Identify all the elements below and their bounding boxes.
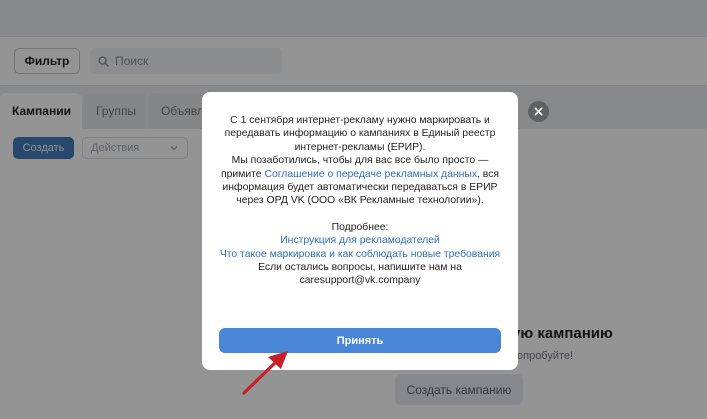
dialog-intro-text: С 1 сентября интернет-рекламу нужно марк…: [224, 115, 496, 153]
agreement-link[interactable]: Соглашение о передаче рекламных данных: [264, 169, 477, 180]
close-button[interactable]: [528, 101, 549, 122]
dialog-agreement-text: Мы позаботились, чтобы для вас все было …: [212, 154, 508, 208]
marking-dialog: С 1 сентября интернет-рекламу нужно марк…: [202, 92, 518, 370]
arrow-annotation-icon: [242, 351, 288, 395]
marking-requirements-link[interactable]: Что такое маркировка и как соблюдать нов…: [220, 249, 500, 260]
more-label: Подробнее:: [331, 221, 389, 233]
close-icon: [534, 107, 543, 116]
advertiser-instructions-link[interactable]: Инструкция для рекламодателей: [280, 235, 440, 246]
contact-text: Если остались вопросы, напишите нам на c…: [258, 262, 462, 287]
dialog-body: С 1 сентября интернет-рекламу нужно марк…: [212, 114, 508, 288]
